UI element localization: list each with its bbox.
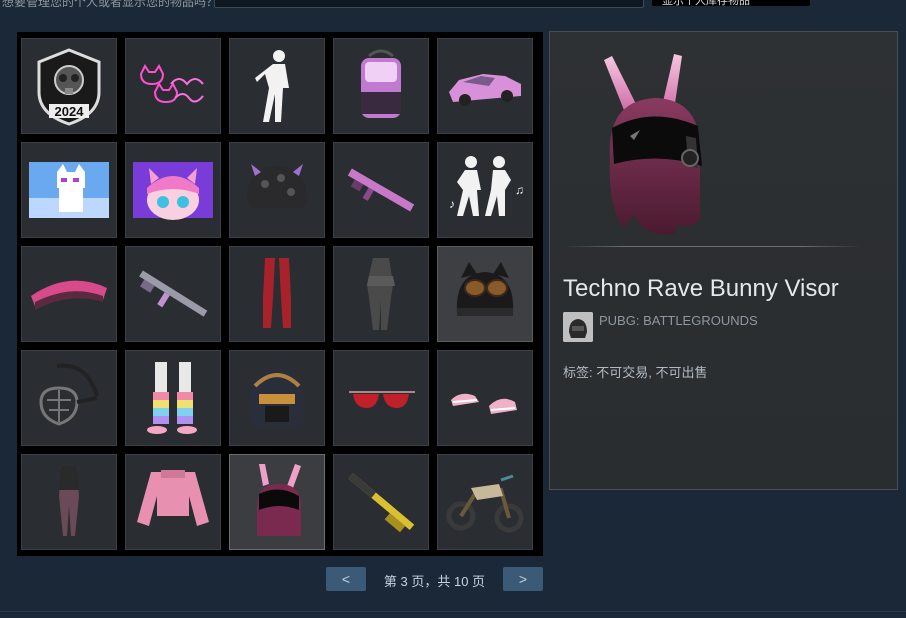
item-tags: 标签: 不可交易, 不可出售 [563,365,708,380]
car-icon [449,74,521,106]
show-inventory-button[interactable]: 显示个人库存物品 [652,0,810,7]
red-leggings-icon [263,258,291,328]
inventory-item-anime-banner[interactable] [125,142,221,238]
next-page-button[interactable]: > [503,567,543,591]
neon-cats-icon [139,64,204,104]
inventory-item-gas-mask-emblem[interactable]: 2024 [21,38,117,134]
inventory-item-neon-cats[interactable] [125,38,221,134]
inventory-item-rifle[interactable] [333,142,429,238]
inventory-item-red-leggings[interactable] [229,246,325,342]
inventory-item-sunglasses[interactable] [333,350,429,446]
gas-mask-emblem-icon: 2024 [37,48,101,126]
show-inventory-label: 显示个人库存物品 [662,0,750,7]
top-bar: 想要管理您的个人或者显示您的物品吗？ 不同于您的物品 显示个人库存物品 [0,0,906,10]
inventory-item-pink-shoes[interactable] [437,350,533,446]
search-input[interactable] [214,0,644,8]
horned-helmet-icon [247,164,307,208]
inventory-item-shotgun[interactable] [333,454,429,550]
inventory-item-bodysuit[interactable] [21,454,117,550]
inventory-item-muzzle[interactable] [21,350,117,446]
inventory-item-backpack[interactable] [333,38,429,134]
pink-jacket-icon [137,470,209,526]
item-detail-panel: Techno Rave Bunny Visor PUBG: BATTLEGROU… [549,31,898,490]
rifle-icon [347,168,415,212]
pagination: < 第 3 页，共 10 页 > [326,567,543,591]
inventory-item-pixel-cat-banner[interactable] [21,142,117,238]
footer-divider [0,611,906,612]
muzzle-icon [39,363,99,426]
inventory-item-pink-jacket[interactable] [125,454,221,550]
detail-divider [564,246,862,247]
inventory-item-dirt-bike[interactable] [437,454,533,550]
beanie-icon [456,262,514,316]
inventory-item-horned-helmet[interactable] [229,142,325,238]
inventory-item-dance-emote[interactable]: ♪ ♫ [437,142,533,238]
inventory-item-leg-warmers[interactable] [125,350,221,446]
item-name: Techno Rave Bunny Visor [563,275,839,302]
bodysuit-icon [59,466,79,536]
pixel-cat-banner-icon [29,162,109,218]
bunny-visor-icon [257,464,301,536]
inventory-item-dark-outfit[interactable] [333,246,429,342]
anime-banner-icon [133,162,213,220]
emote-figure-icon [255,50,289,122]
assault-rifle-icon [139,270,208,317]
sunglasses-icon [349,391,415,408]
leg-warmers-icon [147,362,197,434]
inventory-item-glider[interactable] [21,246,117,342]
inventory-item-bunny-visor[interactable] [229,454,325,550]
pink-shoes-icon [451,393,517,414]
game-icon [563,312,593,342]
dance-emote-icon: ♪♫ [449,156,524,216]
inventory-item-assault-rifle[interactable] [125,246,221,342]
svg-text:♪: ♪ [449,197,455,211]
dirt-bike-icon [446,474,524,533]
inventory-item-car[interactable] [437,38,533,134]
svg-text:2024: 2024 [55,104,85,119]
inventory-item-emote-pose[interactable] [229,38,325,134]
svg-text:♫: ♫ [515,183,524,197]
bronze-helmet-icon [249,368,305,426]
inventory-grid: 2024 ♪ ♫ [17,32,543,556]
prev-page-button[interactable]: < [326,567,366,591]
inventory-item-bronze-helmet[interactable] [229,350,325,446]
bunny-visor-preview-icon [604,54,702,235]
glider-icon [31,280,107,310]
dark-outfit-icon [367,258,395,330]
game-name[interactable]: PUBG: BATTLEGROUNDS [599,313,758,328]
backpack-icon [361,49,401,118]
page-status: 第 3 页，共 10 页 [383,574,486,589]
inventory-item-beanie[interactable] [437,246,533,342]
shotgun-icon [348,473,415,533]
